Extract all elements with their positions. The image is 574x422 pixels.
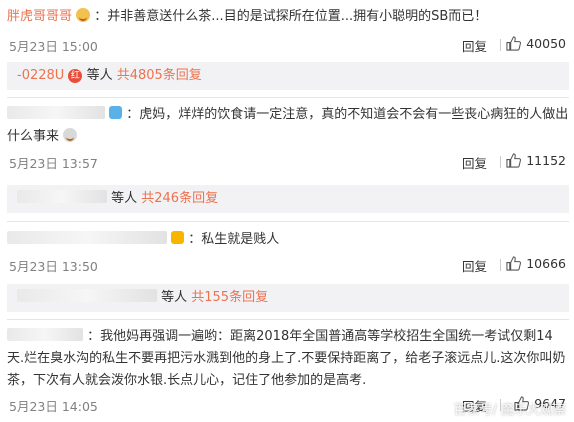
more-replies-link[interactable]: 共155条回复 <box>191 290 268 305</box>
timestamp: 5月23日 13:57 <box>9 156 98 171</box>
comment-text: ：私生就是贱人 <box>7 229 569 251</box>
timestamp: 5月23日 14:05 <box>9 399 98 414</box>
timestamp: 5月23日 13:50 <box>9 259 98 274</box>
comment-1: 胖虎哥哥哥 ：并非善意送什么茶...目的是试探所在位置...拥有小聪明的SB而已… <box>7 6 569 54</box>
reply-button[interactable]: 回复 <box>462 256 487 275</box>
vip-icon <box>171 231 185 244</box>
subreply-summary-1[interactable]: -0228U 红 等人 共4805条回复 <box>7 62 569 90</box>
like-count: 40050 <box>526 36 566 51</box>
divider <box>7 319 569 320</box>
like-button[interactable]: 10666 <box>506 256 566 271</box>
comment-3: ：私生就是贱人 5月23日 13:50 回复 10666 <box>7 229 569 274</box>
thumb-up-icon <box>506 36 522 51</box>
more-replies-link[interactable]: 共4805条回复 <box>117 68 202 83</box>
comment-body: ：私生就是贱人 <box>188 232 280 247</box>
divider <box>500 156 501 168</box>
subreply-summary-3[interactable]: 等人 共155条回复 <box>7 284 569 312</box>
subreply-middle: 等人 <box>82 68 117 83</box>
divider <box>7 221 569 222</box>
thumb-up-icon <box>506 153 522 168</box>
comment-text: ：虎妈，烊烊的饮食请一定注意，真的不知道会不会有一些丧心病狂的人做出什么事来 <box>7 104 569 148</box>
username-blurred[interactable] <box>7 231 167 244</box>
comment-meta: 5月23日 13:57 回复 11152 <box>7 151 569 171</box>
thumb-up-icon <box>506 256 522 271</box>
username-blurred[interactable] <box>7 328 83 341</box>
badge-icon: 红 <box>68 69 83 83</box>
like-button[interactable]: 40050 <box>506 36 566 51</box>
watermark: 百家号/ 魔乐大观察 <box>453 403 566 418</box>
comment-body: ：我他妈再强调一遍哟：距离2018年全国普通高等学校招生全国统一考试仅剩14天.… <box>7 329 566 388</box>
subreply-user-blurred[interactable] <box>17 190 107 203</box>
username[interactable]: 胖虎哥哥哥 <box>7 9 72 24</box>
divider <box>500 39 501 51</box>
subreply-user[interactable]: -0228U <box>17 68 64 83</box>
subreply-middle: 等人 <box>107 191 142 206</box>
divider <box>7 97 569 98</box>
emoji-icon <box>76 8 91 22</box>
more-replies-link[interactable]: 共246条回复 <box>141 191 218 206</box>
timestamp: 5月23日 15:00 <box>9 39 98 54</box>
reply-button[interactable]: 回复 <box>462 153 487 172</box>
vip-icon <box>109 106 123 119</box>
divider <box>500 259 501 271</box>
comment-meta: 5月23日 13:50 回复 10666 <box>7 254 569 274</box>
like-count: 10666 <box>526 256 566 271</box>
subreply-middle: 等人 <box>157 290 192 305</box>
comment-text: 胖虎哥哥哥 ：并非善意送什么茶...目的是试探所在位置...拥有小聪明的SB而已… <box>7 6 569 28</box>
comment-2: ：虎妈，烊烊的饮食请一定注意，真的不知道会不会有一些丧心病狂的人做出什么事来 5… <box>7 104 569 171</box>
comment-meta: 5月23日 15:00 回复 40050 <box>7 34 569 54</box>
reply-button[interactable]: 回复 <box>462 36 487 55</box>
comment-text: ：我他妈再强调一遍哟：距离2018年全国普通高等学校招生全国统一考试仅剩14天.… <box>7 326 569 392</box>
subreply-summary-2[interactable]: 等人 共246条回复 <box>7 185 569 213</box>
subreply-user-blurred[interactable] <box>17 289 157 302</box>
username-blurred[interactable] <box>7 106 105 119</box>
like-button[interactable]: 11152 <box>506 153 566 168</box>
like-count: 11152 <box>526 153 566 168</box>
comment-body: ：并非善意送什么茶...目的是试探所在位置...拥有小聪明的SB而已！ <box>94 9 488 24</box>
emoji-icon <box>63 128 78 142</box>
